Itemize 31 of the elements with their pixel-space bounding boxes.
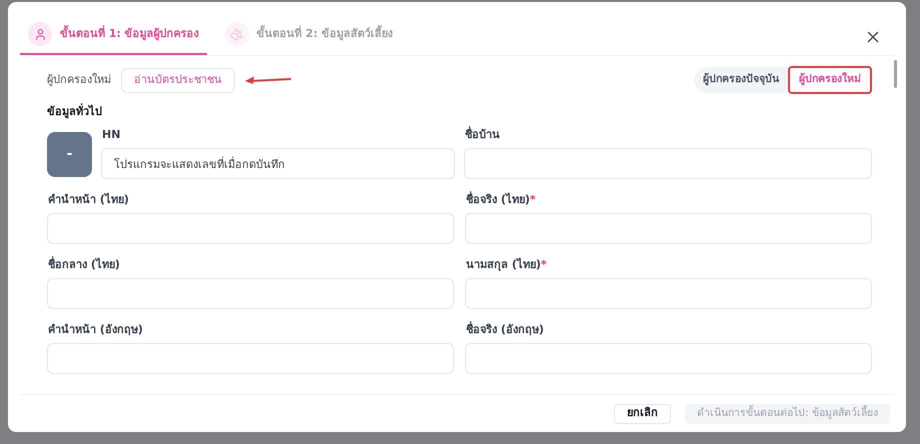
- field-label: นามสกุล (ไทย): [466, 256, 541, 274]
- text-field[interactable]: [464, 148, 872, 179]
- paw-icon: [224, 22, 249, 46]
- person-icon: [28, 22, 52, 46]
- scrollbar[interactable]: [894, 60, 897, 88]
- owner-mode-label: ผู้ปกครองใหม่: [47, 72, 111, 88]
- field-label: ชื่อบ้าน: [465, 126, 500, 143]
- required-mark: *: [540, 256, 547, 273]
- step-tab[interactable]: ขั้นตอนที่ 2: ข้อมูลสัตว์เลี้ยง: [216, 15, 400, 55]
- text-field[interactable]: [47, 343, 454, 374]
- text-field[interactable]: [47, 213, 454, 244]
- field-label: คำนำหน้า (ไทย): [48, 192, 129, 208]
- field-label: ชื่อจริง (อังกฤษ): [466, 322, 544, 338]
- field-label: HN: [102, 126, 120, 143]
- text-field[interactable]: [465, 213, 872, 244]
- field-label: ชื่อจริง (ไทย): [466, 192, 530, 208]
- text-field[interactable]: [465, 278, 872, 309]
- avatar: -: [47, 132, 92, 177]
- text-field[interactable]: [47, 278, 454, 309]
- toggle-option[interactable]: ผู้ปกครองปัจจุบัน: [694, 66, 788, 94]
- text-field[interactable]: [465, 343, 872, 374]
- required-mark: *: [530, 192, 536, 208]
- step-tab[interactable]: ขั้นตอนที่ 1: ข้อมูลผู้ปกครอง: [20, 15, 207, 55]
- field-label: ชื่อกลาง (ไทย): [48, 256, 120, 273]
- section-title: ข้อมูลทั่วไป: [47, 105, 102, 118]
- text-field[interactable]: โปรแกรมจะแสดงเลขที่เมื่อกดบันทึก: [101, 148, 455, 179]
- cancel-button[interactable]: ยกเลิก: [614, 404, 672, 424]
- read-id-card-button[interactable]: อ่านบัตรประชาชน: [121, 68, 235, 92]
- field-label: คำนำหน้า (อังกฤษ): [48, 322, 143, 338]
- arrow-icon: [245, 75, 293, 85]
- toggle-option[interactable]: ผู้ปกครองใหม่: [788, 66, 872, 94]
